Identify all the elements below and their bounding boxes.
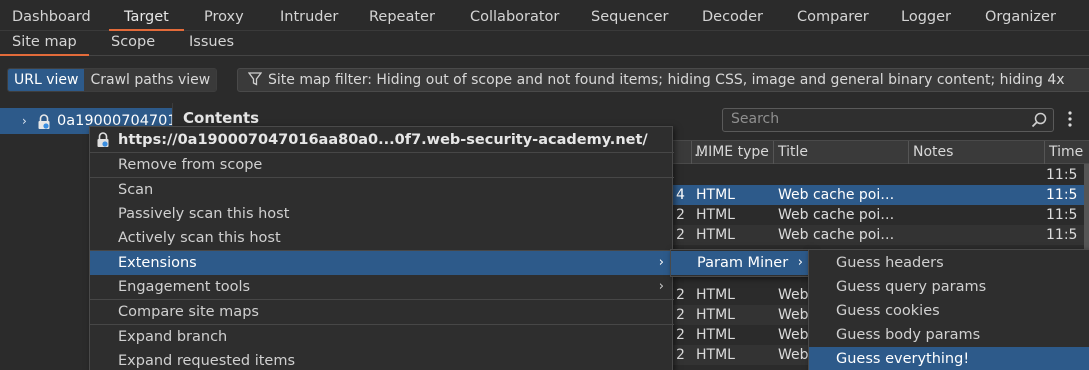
cell-mime: HTML [696,227,735,243]
site-map-context-menu: https://0a190007047016aa80a0...0f7.web-s… [89,126,674,370]
search-placeholder: Search [731,111,780,127]
menu-item-label: Extensions [118,255,197,271]
cell-mime: HTML [696,287,735,303]
tab-comparer[interactable]: Comparer [797,0,869,31]
contents-title: Contents [183,109,260,127]
menu-item-scan[interactable]: Scan [90,178,672,202]
chevron-right-icon: › [658,255,664,270]
column-time[interactable]: Time [1044,141,1089,164]
menu-item-expand-requested-items[interactable]: Expand requested items [90,349,672,370]
cell-mime: HTML [696,307,735,323]
crawl-paths-view-button[interactable]: Crawl paths view [84,69,217,91]
lock-icon [37,113,51,129]
tab-collaborator[interactable]: Collaborator [470,0,559,31]
tab-sequencer[interactable]: Sequencer [591,0,668,31]
tab-repeater[interactable]: Repeater [369,0,435,31]
tab-scope[interactable]: Scope [111,31,155,56]
cell-status: 2 [676,307,685,323]
tab-proxy[interactable]: Proxy [204,0,244,31]
cell-mime: HTML [696,327,735,343]
cell-status: 2 [676,347,685,363]
contents-search-input[interactable]: Search [722,108,1054,132]
cell-title: Web cache poi… [778,187,895,203]
tab-decoder[interactable]: Decoder [702,0,763,31]
cell-status: 2 [676,287,685,303]
cell-title: Web [778,307,809,323]
cell-title: Web [778,287,809,303]
menu-item-guess-cookies[interactable]: Guess cookies [809,299,1089,323]
extensions-submenu: Param Miner › [670,249,812,277]
filter-text: Site map filter: Hiding out of scope and… [268,72,1065,88]
tab-target[interactable]: Target [109,0,184,31]
lock-icon [96,132,110,148]
cell-time: 11:5 [1046,227,1078,243]
more-options-icon[interactable] [1066,110,1074,128]
cell-time: 11:5 [1046,207,1078,223]
url-view-button[interactable]: URL view [8,69,85,91]
cell-title: Web cache poi… [778,227,895,243]
menu-item-param-miner[interactable]: Param Miner › [671,251,811,275]
cell-time: 11:5 [1046,167,1078,183]
main-tab-bar: Dashboard Target Proxy Intruder Repeater… [0,0,1089,31]
tab-logger[interactable]: Logger [901,0,951,31]
menu-item-guess-headers[interactable]: Guess headers [809,251,1089,275]
site-map-toolbar: URL view Crawl paths view Site map filte… [0,57,1089,103]
menu-item-remove-from-scope[interactable]: Remove from scope [90,153,672,177]
tab-site-map[interactable]: Site map [0,31,89,56]
cell-title: Web [778,327,809,343]
cell-title: Web cache poi… [778,207,895,223]
menu-item-engagement-tools[interactable]: Engagement tools › [90,275,672,299]
filter-icon [247,71,263,91]
cell-title: Web [778,347,809,363]
cell-status: 2 [676,327,685,343]
chevron-right-icon: › [658,279,664,294]
cell-mime: HTML [696,187,735,203]
menu-item-label: Param Miner [697,255,789,271]
menu-item-guess-everything[interactable]: Guess everything! [809,347,1089,370]
chevron-right-icon: › [797,255,803,270]
menu-item-label: Engagement tools [118,279,251,295]
context-menu-host-header: https://0a190007047016aa80a0...0f7.web-s… [118,132,648,148]
view-toggle: URL view Crawl paths view [7,68,218,92]
menu-item-compare-site-maps[interactable]: Compare site maps [90,300,672,324]
site-map-filter-bar[interactable]: Site map filter: Hiding out of scope and… [237,68,1089,92]
tab-organizer[interactable]: Organizer [985,0,1056,31]
cell-time: 11:5 [1046,187,1078,203]
menu-item-passively-scan[interactable]: Passively scan this host [90,202,672,226]
menu-item-guess-query-params[interactable]: Guess query params [809,275,1089,299]
menu-item-guess-body-params[interactable]: Guess body params [809,323,1089,347]
cell-status: 4 [676,187,685,203]
menu-item-expand-branch[interactable]: Expand branch [90,325,672,349]
tab-issues[interactable]: Issues [189,31,234,56]
menu-item-actively-scan[interactable]: Actively scan this host [90,226,672,250]
cell-mime: HTML [696,207,735,223]
param-miner-submenu: Guess headers Guess query params Guess c… [808,249,1089,370]
chevron-right-icon[interactable]: › [22,108,27,134]
tab-dashboard[interactable]: Dashboard [12,0,91,31]
cell-status: 2 [676,207,685,223]
column-title[interactable]: Title [773,141,908,164]
column-notes[interactable]: Notes [908,141,1044,164]
cell-mime: HTML [696,347,735,363]
menu-item-extensions[interactable]: Extensions › [90,251,672,275]
search-icon[interactable] [1031,112,1047,128]
cell-status: 2 [676,227,685,243]
tab-intruder[interactable]: Intruder [280,0,338,31]
column-mime-type[interactable]: MIME type [691,141,773,164]
target-sub-tab-bar: Site map Scope Issues [0,31,1089,56]
